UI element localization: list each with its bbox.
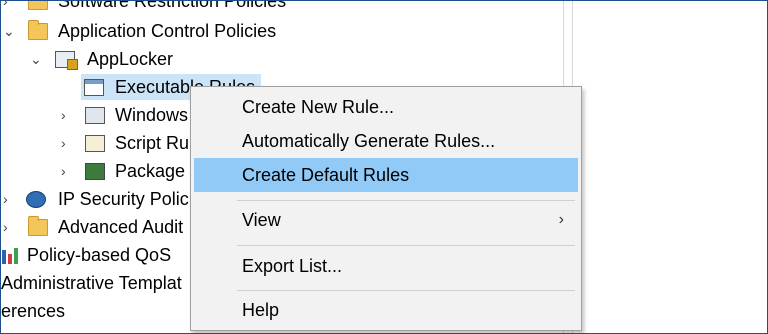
- menu-item-automatically-generate-rules[interactable]: Automatically Generate Rules...: [194, 124, 578, 158]
- context-menu: Create New Rule... Automatically Generat…: [190, 86, 582, 331]
- folder-icon: [28, 1, 48, 10]
- chart-icon: [1, 247, 21, 264]
- menu-separator: [237, 245, 575, 246]
- tree-item-software-restriction-policies[interactable]: › Software Restriction Policies: [1, 0, 401, 14]
- menu-item-create-new-rule[interactable]: Create New Rule...: [194, 90, 578, 124]
- folder-icon: [28, 216, 48, 236]
- tree-item-ip-security-policies[interactable]: › IP Security Polic: [1, 186, 191, 212]
- rules-icon: [84, 79, 104, 96]
- expand-arrow-icon[interactable]: ›: [3, 1, 17, 14]
- tree-item-application-control-policies[interactable]: ⌄ Application Control Policies: [1, 18, 401, 44]
- expand-arrow-icon[interactable]: ›: [61, 158, 75, 184]
- script-icon: [85, 135, 105, 152]
- package-icon: [85, 163, 105, 180]
- applocker-icon: [55, 51, 78, 70]
- expand-arrow-icon[interactable]: ›: [3, 214, 17, 240]
- collapse-arrow-icon[interactable]: ⌄: [30, 46, 44, 72]
- tree-item-administrative-templates[interactable]: Administrative Templat: [1, 270, 191, 296]
- tree-item-label: AppLocker: [87, 49, 174, 69]
- tree-item-applocker[interactable]: ⌄ AppLocker: [1, 46, 401, 72]
- tree-item-preferences[interactable]: erences: [1, 298, 191, 324]
- tree-item-packaged-app-rules[interactable]: › Package: [1, 158, 191, 184]
- tree-item-label: Application Control Policies: [58, 21, 277, 41]
- tree-item-script-rules[interactable]: › Script Ru: [1, 130, 191, 156]
- tree-item-label: Policy-based QoS: [27, 245, 172, 265]
- menu-item-export-list[interactable]: Export List...: [194, 249, 578, 283]
- tree-item-policy-based-qos[interactable]: Policy-based QoS: [1, 242, 191, 268]
- folder-icon: [28, 20, 48, 40]
- tree-item-advanced-audit[interactable]: › Advanced Audit: [1, 214, 191, 240]
- menu-separator: [237, 290, 575, 291]
- tree-item-label: Advanced Audit: [58, 217, 184, 237]
- expand-arrow-icon[interactable]: ›: [61, 102, 75, 128]
- menu-item-view[interactable]: View ›: [194, 203, 578, 237]
- expand-arrow-icon[interactable]: ›: [61, 130, 75, 156]
- expand-arrow-icon[interactable]: ›: [3, 186, 17, 212]
- tree-item-label: Script Ru: [115, 133, 190, 153]
- menu-item-create-default-rules[interactable]: Create Default Rules: [194, 158, 578, 192]
- security-icon: [26, 191, 46, 208]
- menu-item-help[interactable]: Help: [194, 293, 578, 327]
- tree-item-label: IP Security Polic: [58, 189, 189, 209]
- tree-item-windows-installer-rules[interactable]: › Windows: [1, 102, 191, 128]
- tree-item-label: Software Restriction Policies: [58, 0, 287, 11]
- menu-item-label: View: [242, 210, 281, 230]
- collapse-arrow-icon[interactable]: ⌄: [3, 18, 17, 44]
- tree-item-label: erences: [1, 301, 66, 321]
- window-frame: › Software Restriction Policies ⌄ Applic…: [0, 0, 768, 334]
- menu-separator: [237, 200, 575, 201]
- tree-item-label: Windows: [115, 105, 189, 125]
- tree-item-label: Package: [115, 161, 186, 181]
- submenu-arrow-icon: ›: [558, 211, 564, 228]
- lock-icon: [67, 59, 78, 70]
- installer-icon: [85, 107, 105, 124]
- tree-item-label: Administrative Templat: [1, 273, 182, 293]
